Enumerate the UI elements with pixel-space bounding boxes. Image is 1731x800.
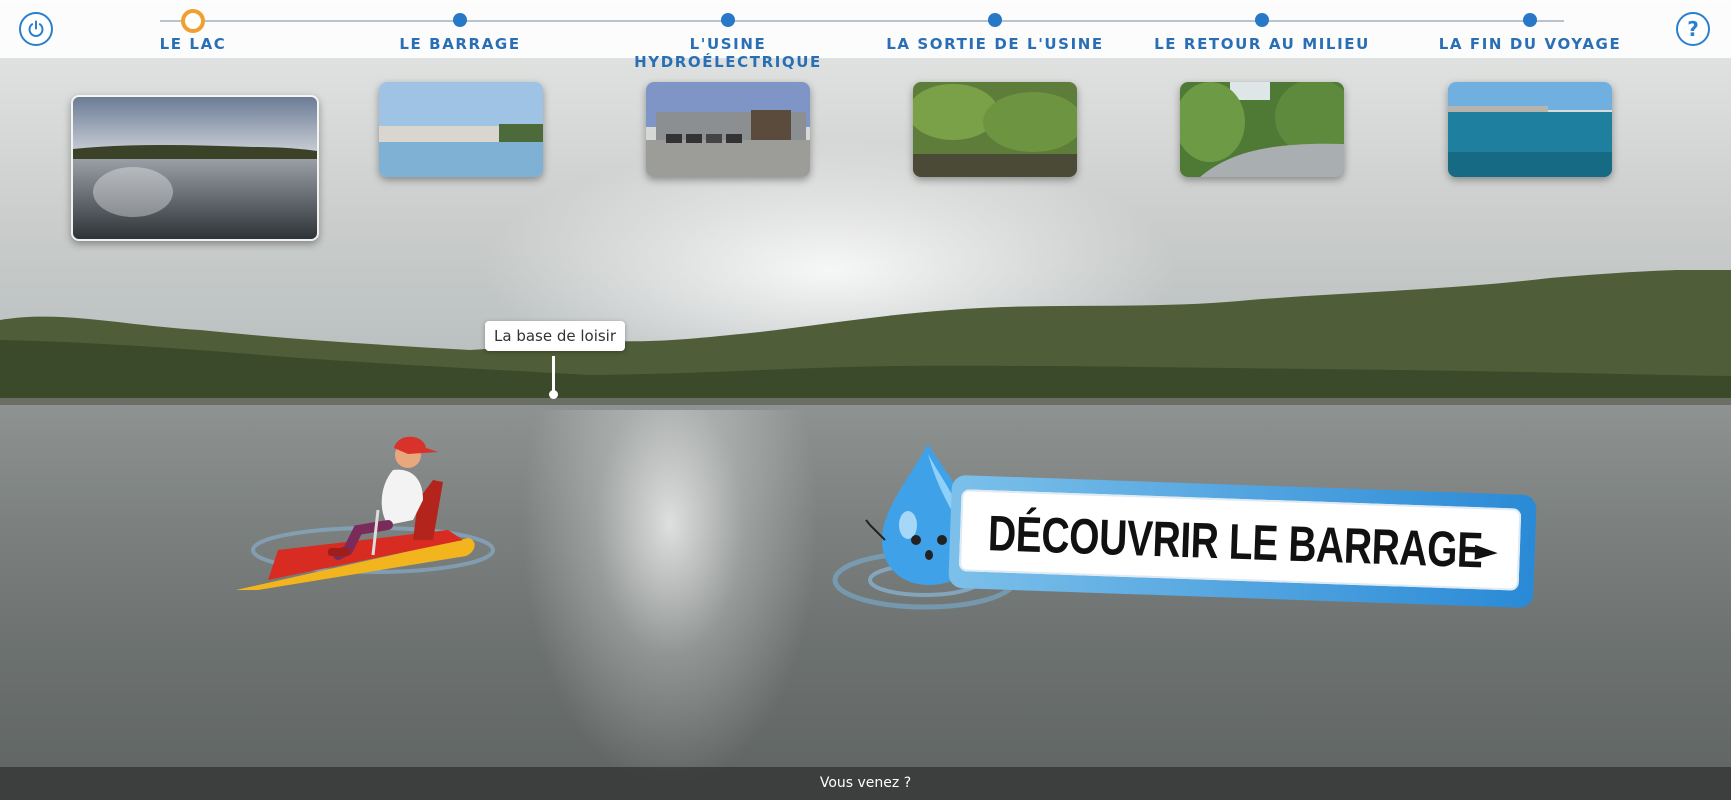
step-label: LA SORTIE DE L'USINE [886,35,1104,53]
step-label: LE LAC [159,35,227,53]
step-marker [1255,13,1269,27]
dam-thumbnail-image [379,82,543,177]
play-arrow-icon: ► [1474,533,1499,569]
timeline-bar: LE LAC LE BARRAGE L'USINE HYDROÉLECTRIQU… [0,0,1731,71]
sea-thumbnail-image [1448,82,1612,177]
step-label: LE BARRAGE [399,35,521,53]
hotspot-pin-stem [552,356,555,394]
thumbnail-le-barrage[interactable] [379,82,543,177]
water-glitter [520,410,820,790]
lake-thumbnail-image [73,97,317,239]
caption-text: Vous venez ? [819,775,912,791]
power-button[interactable] [19,12,53,46]
discover-dam-label: DÉCOUVRIR LE BARRAGE [987,505,1484,579]
step-label: L'USINE HYDROÉLECTRIQUE [634,35,822,71]
thumbnail-retour-milieu[interactable] [1180,82,1344,177]
thumbnail-le-lac[interactable] [71,95,319,241]
river-thumbnail-image [1180,82,1344,177]
step-marker [988,13,1002,27]
discover-dam-button[interactable]: DÉCOUVRIR LE BARRAGE ► [948,474,1537,609]
hotspot-label[interactable]: La base de loisir [485,321,626,351]
discover-dam-button-face: DÉCOUVRIR LE BARRAGE ► [958,489,1522,591]
hotspot-pin-dot[interactable] [549,390,558,399]
river-exit-thumbnail-image [913,82,1077,177]
step-marker [721,13,735,27]
step-label: LA FIN DU VOYAGE [1438,35,1622,53]
help-button[interactable]: ? [1676,12,1710,46]
thumbnail-usine[interactable] [646,82,810,177]
power-icon [28,20,44,37]
step-marker [453,13,467,27]
step-label: LE RETOUR AU MILIEU [1154,35,1370,53]
thumbnail-fin-voyage[interactable] [1448,82,1612,177]
plant-thumbnail-image [646,82,810,177]
help-icon: ? [1687,17,1699,41]
pedal-boat-character [236,436,495,590]
caption-bar: Vous venez ? [0,767,1731,800]
step-marker [1523,13,1537,27]
timeline-line [160,20,1564,22]
thumbnail-sortie-usine[interactable] [913,82,1077,177]
step-marker-active [181,9,205,33]
